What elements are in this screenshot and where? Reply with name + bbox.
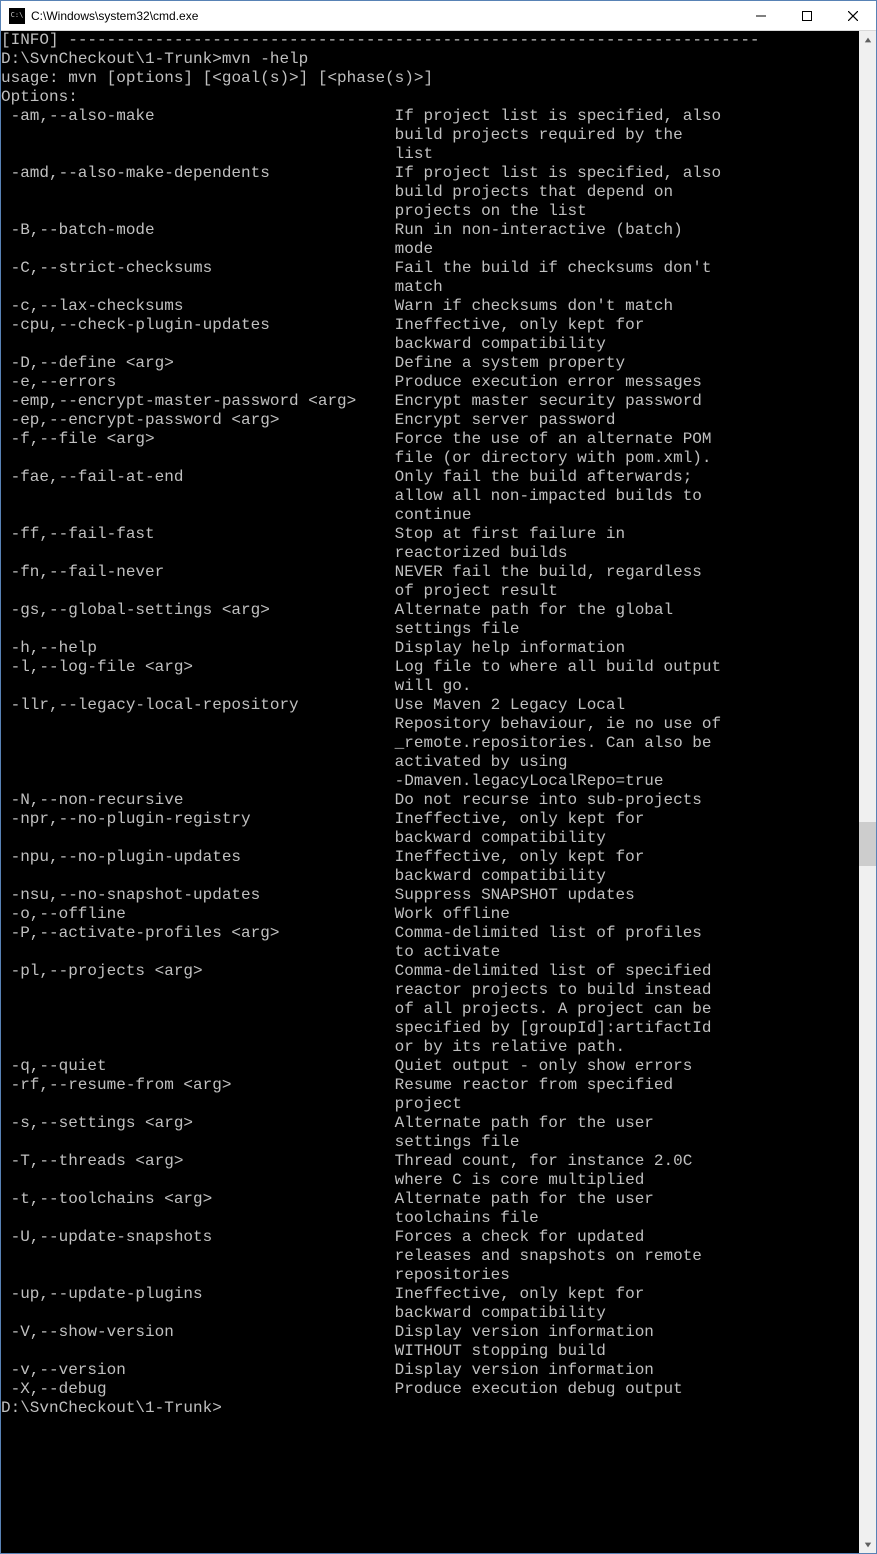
maximize-button[interactable] bbox=[784, 1, 830, 30]
titlebar[interactable]: C:\Windows\system32\cmd.exe bbox=[1, 1, 876, 31]
option-row: -s,--settings <arg>Alternate path for th… bbox=[1, 1114, 859, 1133]
option-row: -e,--errorsProduce execution error messa… bbox=[1, 373, 859, 392]
scroll-up-arrow-icon[interactable] bbox=[859, 31, 876, 48]
option-row-cont: settings file bbox=[1, 620, 859, 639]
option-row: -C,--strict-checksumsFail the build if c… bbox=[1, 259, 859, 278]
option-row: -am,--also-makeIf project list is specif… bbox=[1, 107, 859, 126]
window-buttons bbox=[738, 1, 876, 30]
option-row-cont: will go. bbox=[1, 677, 859, 696]
options-header: Options: bbox=[1, 88, 859, 107]
prompt-line: D:\SvnCheckout\1-Trunk> bbox=[1, 1399, 859, 1418]
minimize-button[interactable] bbox=[738, 1, 784, 30]
scroll-thumb[interactable] bbox=[859, 822, 876, 867]
option-row-cont: build projects that depend on bbox=[1, 183, 859, 202]
option-row-cont: backward compatibility bbox=[1, 867, 859, 886]
prompt-line: D:\SvnCheckout\1-Trunk>mvn -help bbox=[1, 50, 859, 69]
option-row: -t,--toolchains <arg>Alternate path for … bbox=[1, 1190, 859, 1209]
option-row-cont: specified by [groupId]:artifactId bbox=[1, 1019, 859, 1038]
client-area: [INFO] ---------------------------------… bbox=[1, 31, 876, 1553]
option-row: -P,--activate-profiles <arg>Comma-delimi… bbox=[1, 924, 859, 943]
option-row-cont: backward compatibility bbox=[1, 829, 859, 848]
option-row-cont: toolchains file bbox=[1, 1209, 859, 1228]
option-row: -B,--batch-modeRun in non-interactive (b… bbox=[1, 221, 859, 240]
cmd-icon bbox=[9, 8, 25, 24]
option-row: -X,--debugProduce execution debug output bbox=[1, 1380, 859, 1399]
option-row-cont: or by its relative path. bbox=[1, 1038, 859, 1057]
option-row-cont: repositories bbox=[1, 1266, 859, 1285]
option-row-cont: build projects required by the bbox=[1, 126, 859, 145]
option-row-cont: backward compatibility bbox=[1, 1304, 859, 1323]
option-row: -emp,--encrypt-master-password <arg>Encr… bbox=[1, 392, 859, 411]
option-row: -q,--quietQuiet output - only show error… bbox=[1, 1057, 859, 1076]
option-row: -V,--show-versionDisplay version informa… bbox=[1, 1323, 859, 1342]
option-row-cont: projects on the list bbox=[1, 202, 859, 221]
scroll-down-arrow-icon[interactable] bbox=[859, 1536, 876, 1553]
option-row-cont: to activate bbox=[1, 943, 859, 962]
option-row-cont: releases and snapshots on remote bbox=[1, 1247, 859, 1266]
option-row: -amd,--also-make-dependentsIf project li… bbox=[1, 164, 859, 183]
option-row: -T,--threads <arg>Thread count, for inst… bbox=[1, 1152, 859, 1171]
option-row-cont: Repository behaviour, ie no use of bbox=[1, 715, 859, 734]
option-row: -npr,--no-plugin-registryIneffective, on… bbox=[1, 810, 859, 829]
option-row: -v,--versionDisplay version information bbox=[1, 1361, 859, 1380]
option-row: -rf,--resume-from <arg>Resume reactor fr… bbox=[1, 1076, 859, 1095]
option-row: -llr,--legacy-local-repositoryUse Maven … bbox=[1, 696, 859, 715]
option-row: -ep,--encrypt-password <arg>Encrypt serv… bbox=[1, 411, 859, 430]
option-row: -o,--offlineWork offline bbox=[1, 905, 859, 924]
option-row: -npu,--no-plugin-updatesIneffective, onl… bbox=[1, 848, 859, 867]
option-row-cont: continue bbox=[1, 506, 859, 525]
option-row: -pl,--projects <arg>Comma-delimited list… bbox=[1, 962, 859, 981]
option-row-cont: reactor projects to build instead bbox=[1, 981, 859, 1000]
info-line: [INFO] ---------------------------------… bbox=[1, 31, 859, 50]
option-row: -fn,--fail-neverNEVER fail the build, re… bbox=[1, 563, 859, 582]
scroll-track[interactable] bbox=[859, 48, 876, 1536]
option-row: -gs,--global-settings <arg>Alternate pat… bbox=[1, 601, 859, 620]
option-row: -h,--helpDisplay help information bbox=[1, 639, 859, 658]
option-row-cont: -Dmaven.legacyLocalRepo=true bbox=[1, 772, 859, 791]
option-row-cont: mode bbox=[1, 240, 859, 259]
option-row: -up,--update-pluginsIneffective, only ke… bbox=[1, 1285, 859, 1304]
option-row-cont: match bbox=[1, 278, 859, 297]
option-row-cont: of all projects. A project can be bbox=[1, 1000, 859, 1019]
option-row: -ff,--fail-fastStop at first failure in bbox=[1, 525, 859, 544]
option-row: -cpu,--check-plugin-updatesIneffective, … bbox=[1, 316, 859, 335]
option-row-cont: reactorized builds bbox=[1, 544, 859, 563]
option-row-cont: _remote.repositories. Can also be bbox=[1, 734, 859, 753]
option-row-cont: activated by using bbox=[1, 753, 859, 772]
option-row-cont: allow all non-impacted builds to bbox=[1, 487, 859, 506]
option-row: -D,--define <arg>Define a system propert… bbox=[1, 354, 859, 373]
vertical-scrollbar[interactable] bbox=[859, 31, 876, 1553]
option-row-cont: file (or directory with pom.xml). bbox=[1, 449, 859, 468]
option-row: -fae,--fail-at-endOnly fail the build af… bbox=[1, 468, 859, 487]
option-row-cont: backward compatibility bbox=[1, 335, 859, 354]
terminal-output[interactable]: [INFO] ---------------------------------… bbox=[1, 31, 859, 1553]
option-row: -f,--file <arg>Force the use of an alter… bbox=[1, 430, 859, 449]
close-button[interactable] bbox=[830, 1, 876, 30]
option-row-cont: settings file bbox=[1, 1133, 859, 1152]
option-row-cont: of project result bbox=[1, 582, 859, 601]
usage-line: usage: mvn [options] [<goal(s)>] [<phase… bbox=[1, 69, 859, 88]
option-row: -l,--log-file <arg>Log file to where all… bbox=[1, 658, 859, 677]
cmd-window: C:\Windows\system32\cmd.exe [INFO] -----… bbox=[0, 0, 877, 1554]
option-row-cont: list bbox=[1, 145, 859, 164]
option-row-cont: where C is core multiplied bbox=[1, 1171, 859, 1190]
option-row: -c,--lax-checksumsWarn if checksums don'… bbox=[1, 297, 859, 316]
window-title: C:\Windows\system32\cmd.exe bbox=[31, 9, 738, 23]
option-row: -N,--non-recursiveDo not recurse into su… bbox=[1, 791, 859, 810]
option-row-cont: WITHOUT stopping build bbox=[1, 1342, 859, 1361]
option-row-cont: project bbox=[1, 1095, 859, 1114]
option-row: -U,--update-snapshotsForces a check for … bbox=[1, 1228, 859, 1247]
option-row: -nsu,--no-snapshot-updatesSuppress SNAPS… bbox=[1, 886, 859, 905]
